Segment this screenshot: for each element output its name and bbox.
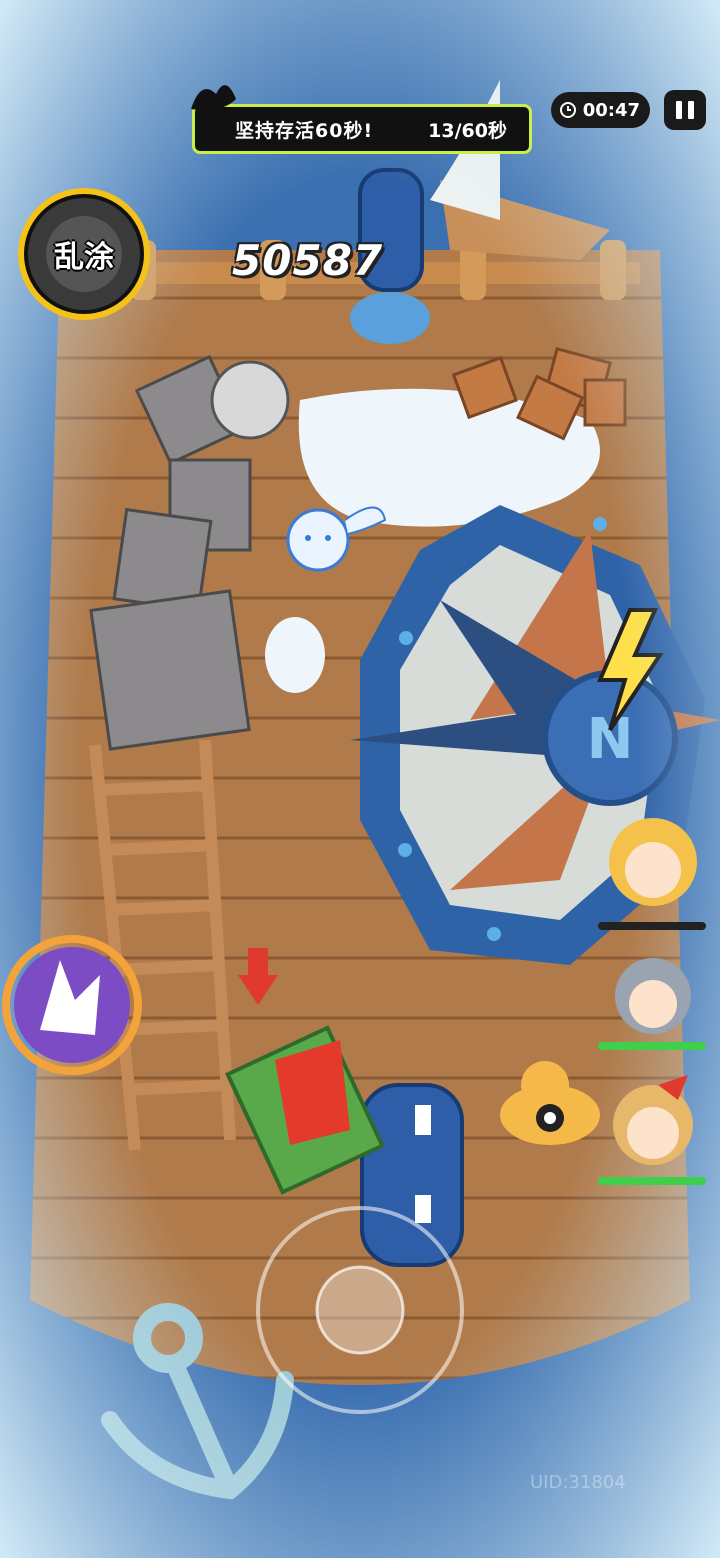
avatar [615, 958, 691, 1034]
avatar [613, 1075, 693, 1165]
countdown-timer: 00:47 [550, 92, 650, 128]
uid-watermark: UID:31804 [530, 1472, 626, 1493]
party-member-1[interactable] [598, 800, 706, 930]
hp-bar [598, 1177, 706, 1185]
party-member-3[interactable] [598, 1075, 706, 1185]
skill-label: 乱涂 [54, 240, 114, 275]
hp-bar [598, 1042, 706, 1050]
mission-progress: 13/60秒 [428, 119, 507, 142]
clock-icon [559, 102, 576, 118]
mission-objective: 坚持存活60秒! [235, 119, 374, 142]
score-counter: 50587 [232, 236, 384, 285]
timer-value: 00:47 [582, 99, 640, 121]
pause-icon [676, 101, 682, 119]
pause-button[interactable] [664, 90, 706, 130]
ultimate-skill-icon [2, 935, 142, 1075]
scribble-skill-button[interactable]: 乱涂 [10, 180, 158, 328]
party-member-2[interactable] [598, 950, 706, 1050]
mission-banner: 坚持存活60秒! 13/60秒 [191, 85, 532, 154]
hp-bar [598, 922, 706, 930]
ink-splash-icon [191, 85, 236, 111]
avatar [609, 818, 697, 906]
